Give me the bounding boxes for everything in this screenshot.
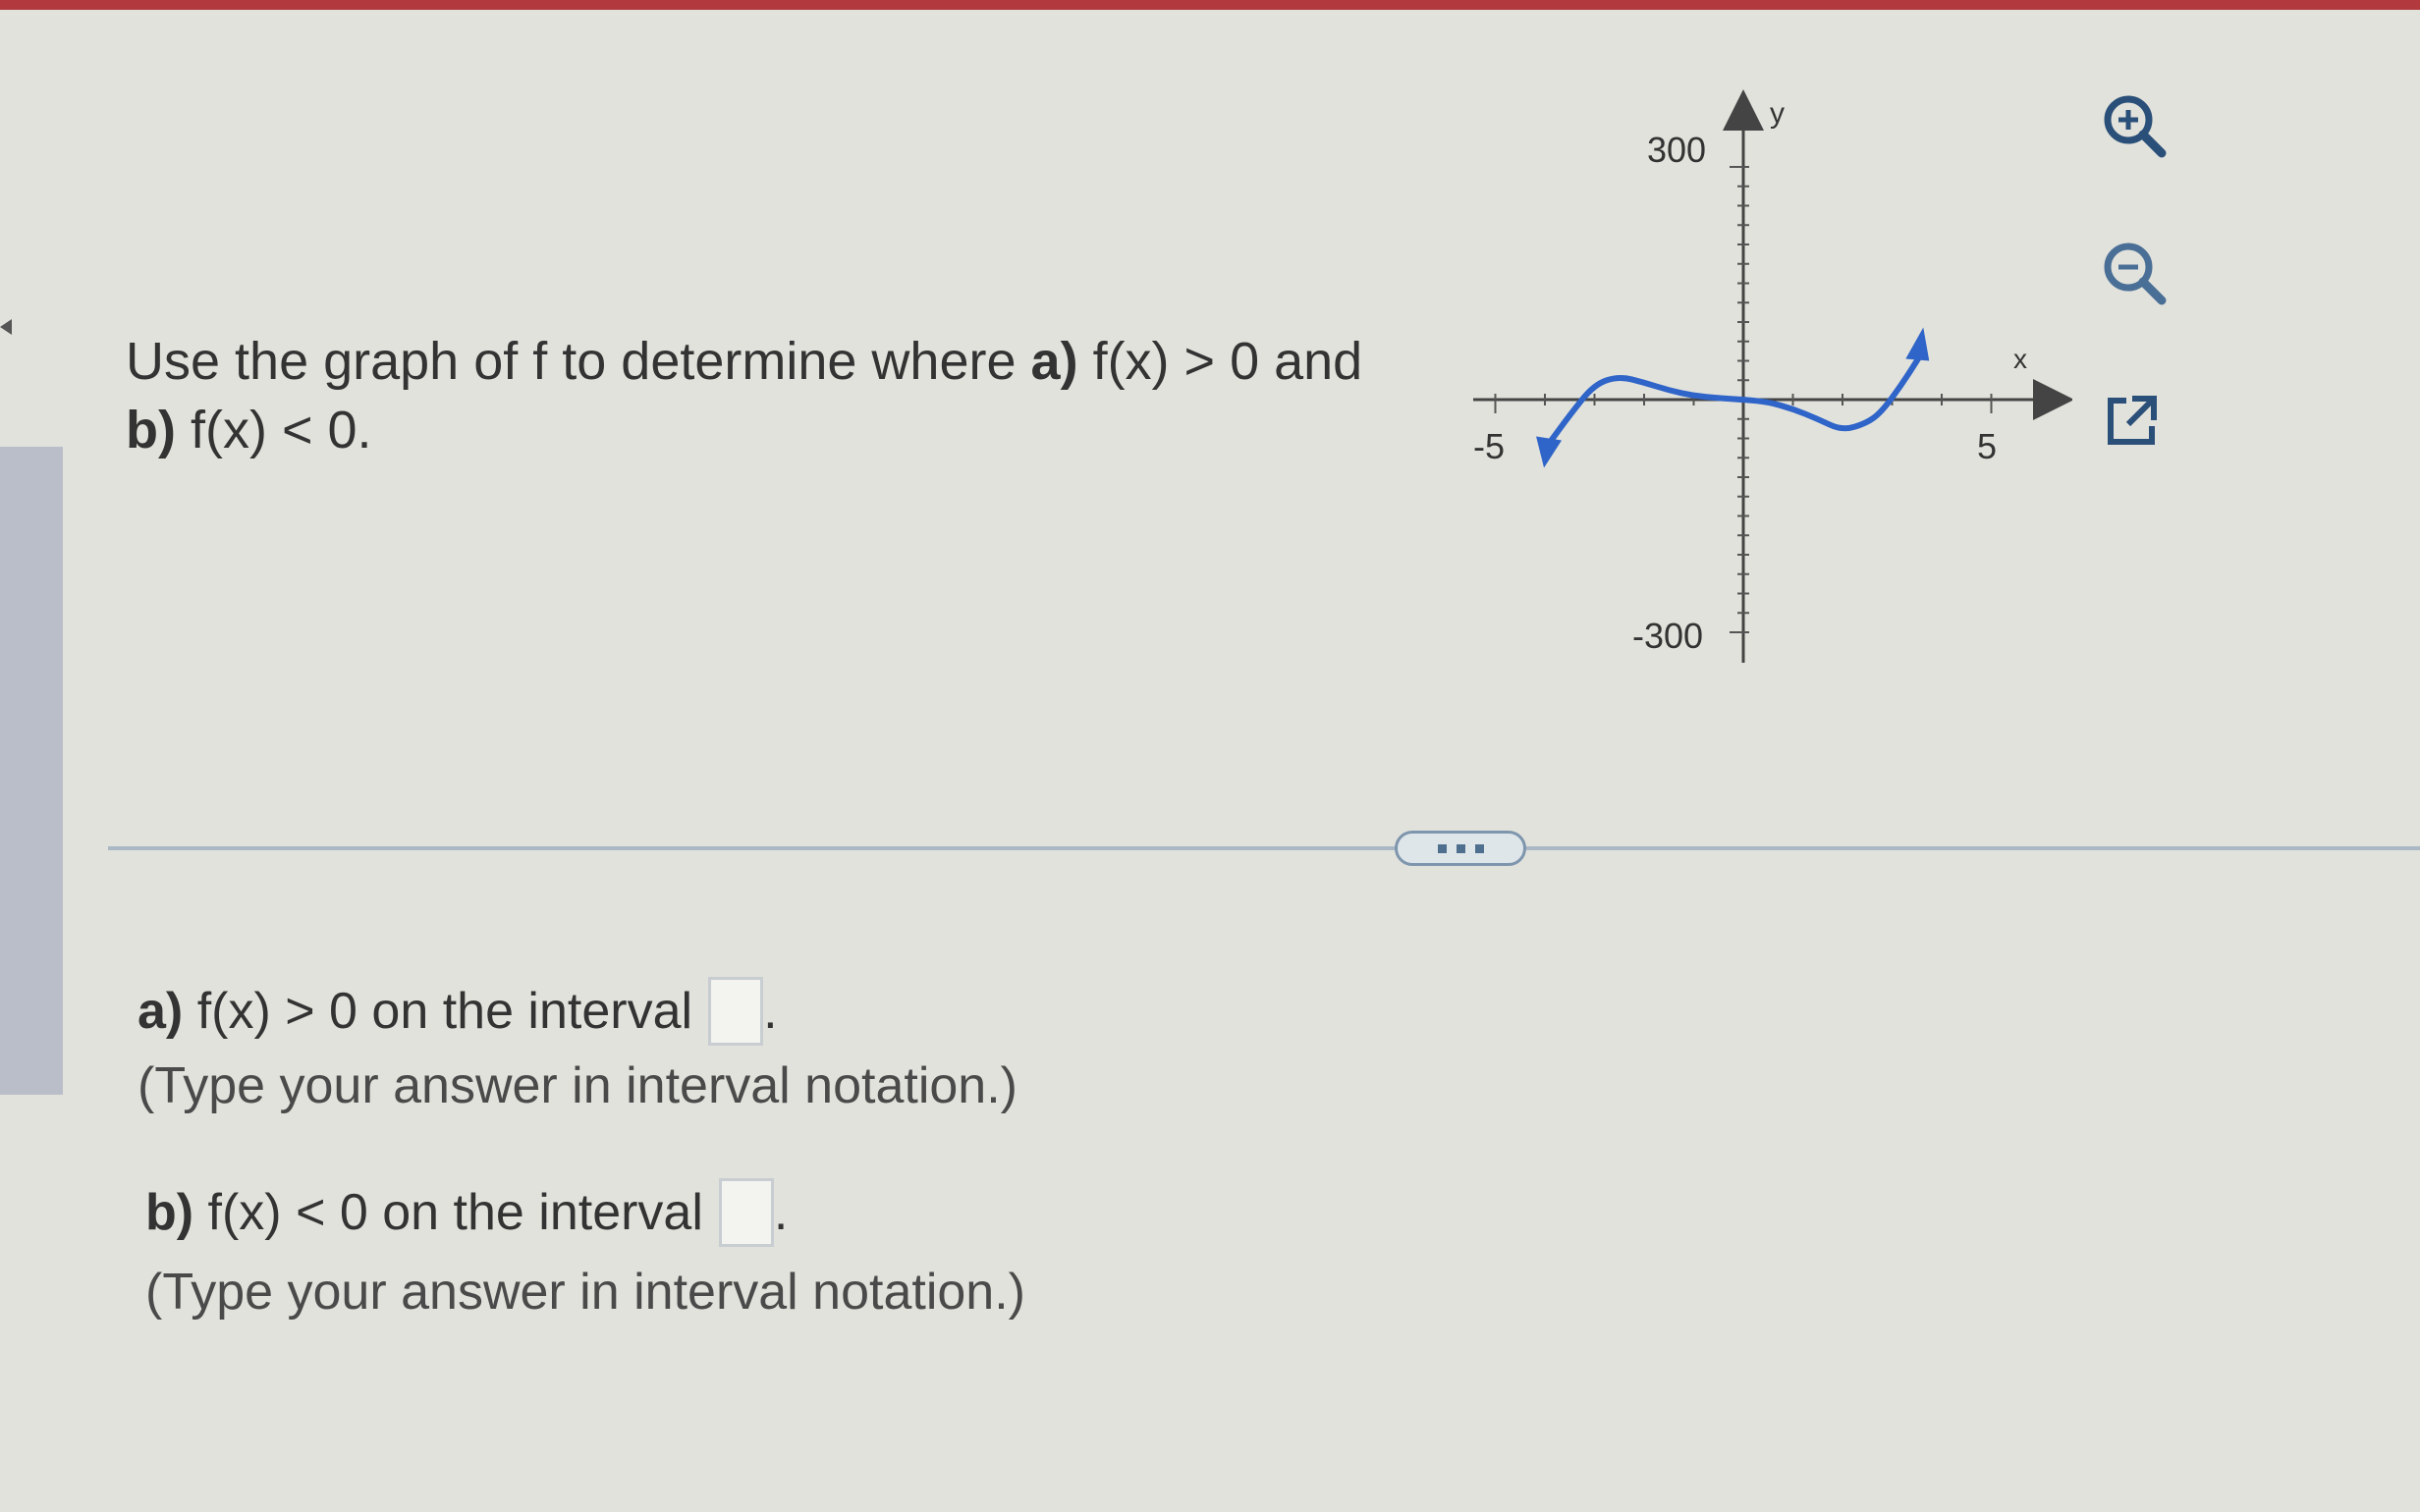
left-accent-bar [0, 447, 63, 1095]
answer-b-input[interactable] [718, 1178, 774, 1247]
part-a-label: a) [1030, 332, 1078, 391]
more-options-button[interactable] [1395, 831, 1526, 866]
answer-b-line: b) f(x) < 0 on the interval . [145, 1178, 788, 1247]
zoom-in-icon [2104, 95, 2167, 158]
curve-arrow-left [1536, 436, 1563, 468]
part-a-expr: f(x) > 0 and [1092, 332, 1363, 391]
x-axis-label: x [2013, 344, 2027, 374]
answer-a-text: f(x) > 0 on the interval [196, 983, 693, 1040]
answer-a-label: a) [138, 983, 184, 1040]
zoom-out-icon [2104, 243, 2167, 305]
answer-a-hint: (Type your answer in interval notation.) [138, 1057, 1018, 1114]
popout-button[interactable] [2097, 383, 2170, 456]
y-max-label: 300 [1647, 130, 1706, 170]
answer-b-label: b) [145, 1184, 194, 1241]
y-axis-label: y [1770, 97, 1785, 130]
question-prefix: Use the graph of f to determine where [126, 332, 1017, 391]
ellipsis-dot-icon [1474, 843, 1484, 853]
left-marker-icon [0, 319, 12, 335]
question-text: Use the graph of f to determine where a)… [126, 327, 1432, 464]
answer-b-suffix: . [773, 1184, 789, 1241]
y-min-label: -300 [1632, 616, 1703, 656]
ellipsis-dot-icon [1437, 843, 1447, 853]
part-b-expr: f(x) < 0. [190, 401, 372, 459]
x-min-label: -5 [1473, 426, 1505, 466]
x-max-label: 5 [1977, 426, 1997, 466]
function-graph: y x 300 -300 -5 5 [1463, 83, 2074, 673]
graph-svg: y x 300 -300 -5 5 [1473, 89, 2074, 663]
answer-a-line: a) f(x) > 0 on the interval . [138, 977, 778, 1046]
external-link-icon [2108, 396, 2157, 445]
answer-a-suffix: . [763, 983, 778, 1040]
curve-arrow-right [1905, 327, 1930, 361]
top-strip [0, 0, 2420, 10]
part-b-label: b) [126, 401, 176, 459]
zoom-in-button[interactable] [2097, 88, 2170, 161]
section-divider [108, 846, 2420, 850]
answer-b-hint: (Type your answer in interval notation.) [145, 1264, 1025, 1321]
answer-b-text: f(x) < 0 on the interval [207, 1184, 703, 1241]
zoom-out-button[interactable] [2097, 236, 2170, 308]
ellipsis-dot-icon [1456, 843, 1465, 853]
answer-a-input[interactable] [708, 977, 764, 1046]
